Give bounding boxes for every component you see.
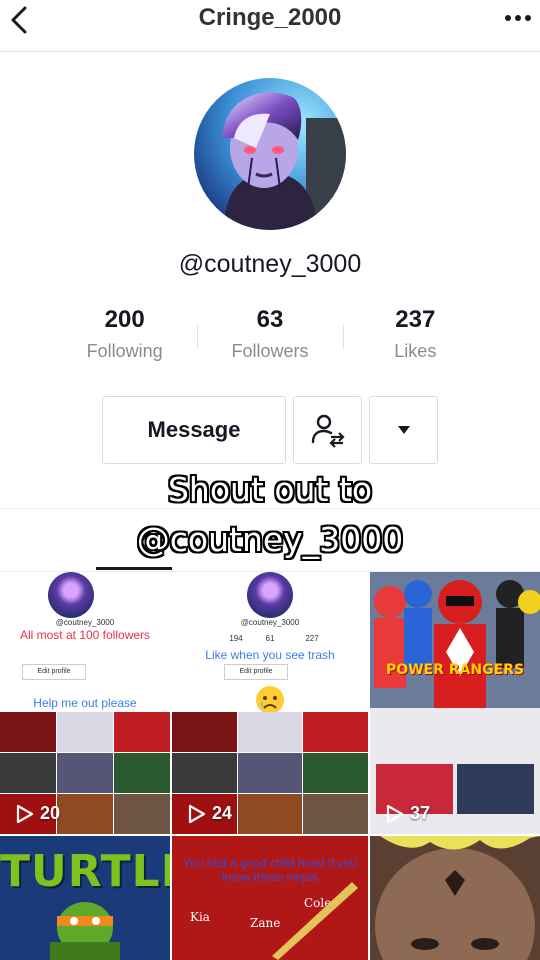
overlay-text: All most at 100 followers [19,628,151,642]
sword-icon [272,882,358,960]
play-icon [386,804,404,823]
play-count-value: 37 [410,803,431,823]
mini-edit-profile: Edit profile [22,664,86,680]
stat-value: 200 [104,306,145,333]
caption-line-2: @coutney_3000 [136,520,404,559]
more-options-dropdown[interactable] [369,396,438,464]
video-thumbnail[interactable]: @coutney_3000 All most at 100 followers … [0,572,170,834]
mini-edit-profile: Edit profile [224,664,288,680]
video-title-text: TURTLES [0,846,170,897]
video-thumbnail[interactable]: POWER RANGERS 37 [370,572,540,834]
follow-options-button[interactable] [293,396,362,464]
mini-username: @coutney_3000 [240,618,300,627]
power-rangers-image [370,572,540,708]
video-thumbnail[interactable] [370,836,540,960]
avatar-image [194,78,346,230]
user-swap-icon [311,414,345,448]
video-title-text: POWER RANGERS [385,662,525,678]
top-bar: Cringe_2000 [0,0,540,52]
play-count-value: 24 [212,803,233,823]
video-thumbnail[interactable]: @coutney_3000 194 61 227 Like when you s… [172,572,368,834]
play-count-value: 20 [40,803,61,823]
portrait-image [370,836,540,960]
stat-followers[interactable]: 63 Followers [197,305,342,369]
caret-down-icon [397,426,410,434]
stat-likes[interactable]: 237 Likes [342,305,488,369]
stat-following[interactable]: 200 Following [52,305,197,369]
chevron-left-icon [11,6,27,34]
video-grid: @coutney_3000 All most at 100 followers … [0,572,540,960]
back-button[interactable] [0,0,40,40]
helper-text: Help me out please [33,696,137,710]
play-count: 37 [384,803,430,824]
username: @coutney_3000 [178,250,362,278]
stat-label: Likes [394,341,437,361]
stat-value: 237 [395,306,436,333]
video-thumbnail[interactable]: TURTLES [0,836,170,960]
mini-avatar [48,572,94,618]
message-button[interactable]: Message [102,396,286,464]
mini-avatar [247,572,293,618]
profile-stats: 200 Following 63 Followers 237 Likes [52,305,488,369]
turtle-character-image [50,902,120,960]
page-title: Cringe_2000 [198,4,342,31]
stat-label: Followers [231,341,309,361]
more-horizontal-icon [505,15,511,21]
mini-username: @coutney_3000 [55,618,115,627]
mini-stat: 227 [305,634,319,643]
play-count: 20 [14,803,60,824]
avatar[interactable] [194,78,346,230]
play-icon [16,804,34,823]
more-button[interactable] [496,6,540,30]
play-count: 24 [186,803,232,824]
tab-videos-indicator[interactable] [96,567,172,570]
video-thumbnail[interactable]: You had a good child hood if you know th… [172,836,368,960]
caption-line-1: Shout out to [167,470,373,509]
ninja-name: Kia [190,910,210,924]
stat-value: 63 [256,306,284,333]
overlay-text: Like when you see trash [205,648,335,662]
play-icon [188,804,206,823]
stat-label: Following [86,341,163,361]
